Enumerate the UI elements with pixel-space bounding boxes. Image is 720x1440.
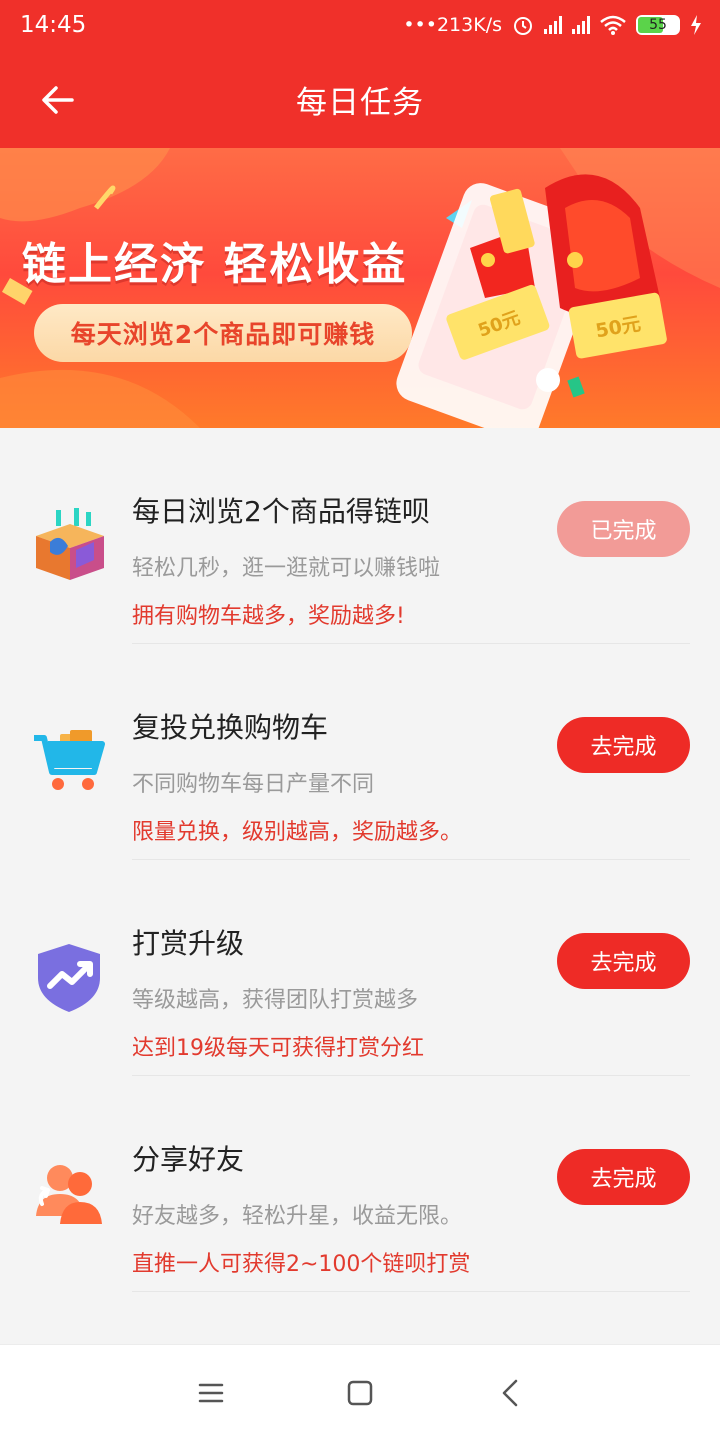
promo-banner[interactable]: 50元 50元 链上经济 轻松收益 每天浏览2个商品即可赚钱	[0, 148, 720, 428]
app-bar: 每日任务	[0, 50, 720, 148]
shopping-cart-icon	[34, 730, 105, 790]
system-nav-bar	[0, 1344, 720, 1440]
network-speed: •••213K/s	[403, 14, 502, 36]
alarm-icon	[514, 17, 532, 35]
back-icon[interactable]	[494, 1375, 530, 1411]
task-description: 好友越多，轻松升星，收益无限。	[132, 1204, 463, 1229]
go-complete-button[interactable]: 去完成	[557, 717, 690, 773]
network-speed-value: 213K/s	[436, 14, 502, 36]
task-description: 等级越高，获得团队打赏越多	[132, 988, 419, 1013]
task-title: 分享好友	[132, 1143, 245, 1176]
back-arrow-icon[interactable]	[38, 80, 78, 120]
divider	[132, 1291, 690, 1292]
task-item-daily-browse: 每日浏览2个商品得链呗 轻松几秒，逛一逛就可以赚钱啦 拥有购物车越多，奖励越多!…	[0, 428, 720, 644]
task-reward: 限量兑换，级别越高，奖励越多。	[132, 820, 463, 845]
browse-box-icon	[36, 508, 104, 580]
task-title: 复投兑换购物车	[132, 711, 329, 744]
task-item-exchange-cart: 复投兑换购物车 不同购物车每日产量不同 限量兑换，级别越高，奖励越多。 去完成	[0, 644, 720, 860]
signal-icon	[544, 16, 562, 34]
task-title: 打赏升级	[132, 927, 245, 960]
page-title: 每日任务	[296, 84, 424, 121]
battery-level: 55	[649, 17, 667, 33]
home-icon[interactable]	[342, 1375, 378, 1411]
status-bar: 14:45 •••213K/s 55	[0, 0, 720, 50]
completed-button[interactable]: 已完成	[557, 501, 690, 557]
signal-icon-2	[572, 16, 590, 34]
status-indicators: •••213K/s 55	[403, 14, 702, 36]
go-complete-button[interactable]: 去完成	[557, 1149, 690, 1205]
task-reward: 直推一人可获得2~100个链呗打赏	[132, 1252, 471, 1277]
shield-upgrade-icon	[38, 944, 100, 1012]
task-reward: 达到19级每天可获得打赏分红	[132, 1036, 424, 1061]
battery-icon: 55	[636, 15, 680, 35]
task-item-share-friends: 分享好友 好友越多，轻松升星，收益无限。 直推一人可获得2~100个链呗打赏 去…	[0, 1076, 720, 1292]
banner-subtitle-pill: 每天浏览2个商品即可赚钱	[34, 304, 412, 362]
charging-icon	[691, 15, 701, 35]
task-reward: 拥有购物车越多，奖励越多!	[132, 604, 405, 629]
task-item-upgrade: 打赏升级 等级越高，获得团队打赏越多 达到19级每天可获得打赏分红 去完成	[0, 860, 720, 1076]
task-description: 不同购物车每日产量不同	[132, 772, 375, 797]
share-friends-icon	[36, 1165, 102, 1224]
status-time: 14:45	[20, 12, 87, 38]
banner-headline: 链上经济 轻松收益	[22, 239, 408, 290]
go-complete-button[interactable]: 去完成	[557, 933, 690, 989]
task-title: 每日浏览2个商品得链呗	[132, 495, 430, 528]
task-description: 轻松几秒，逛一逛就可以赚钱啦	[132, 556, 441, 581]
wifi-icon	[600, 15, 626, 35]
menu-icon[interactable]	[193, 1375, 229, 1411]
task-list: 每日浏览2个商品得链呗 轻松几秒，逛一逛就可以赚钱啦 拥有购物车越多，奖励越多!…	[0, 428, 720, 1292]
